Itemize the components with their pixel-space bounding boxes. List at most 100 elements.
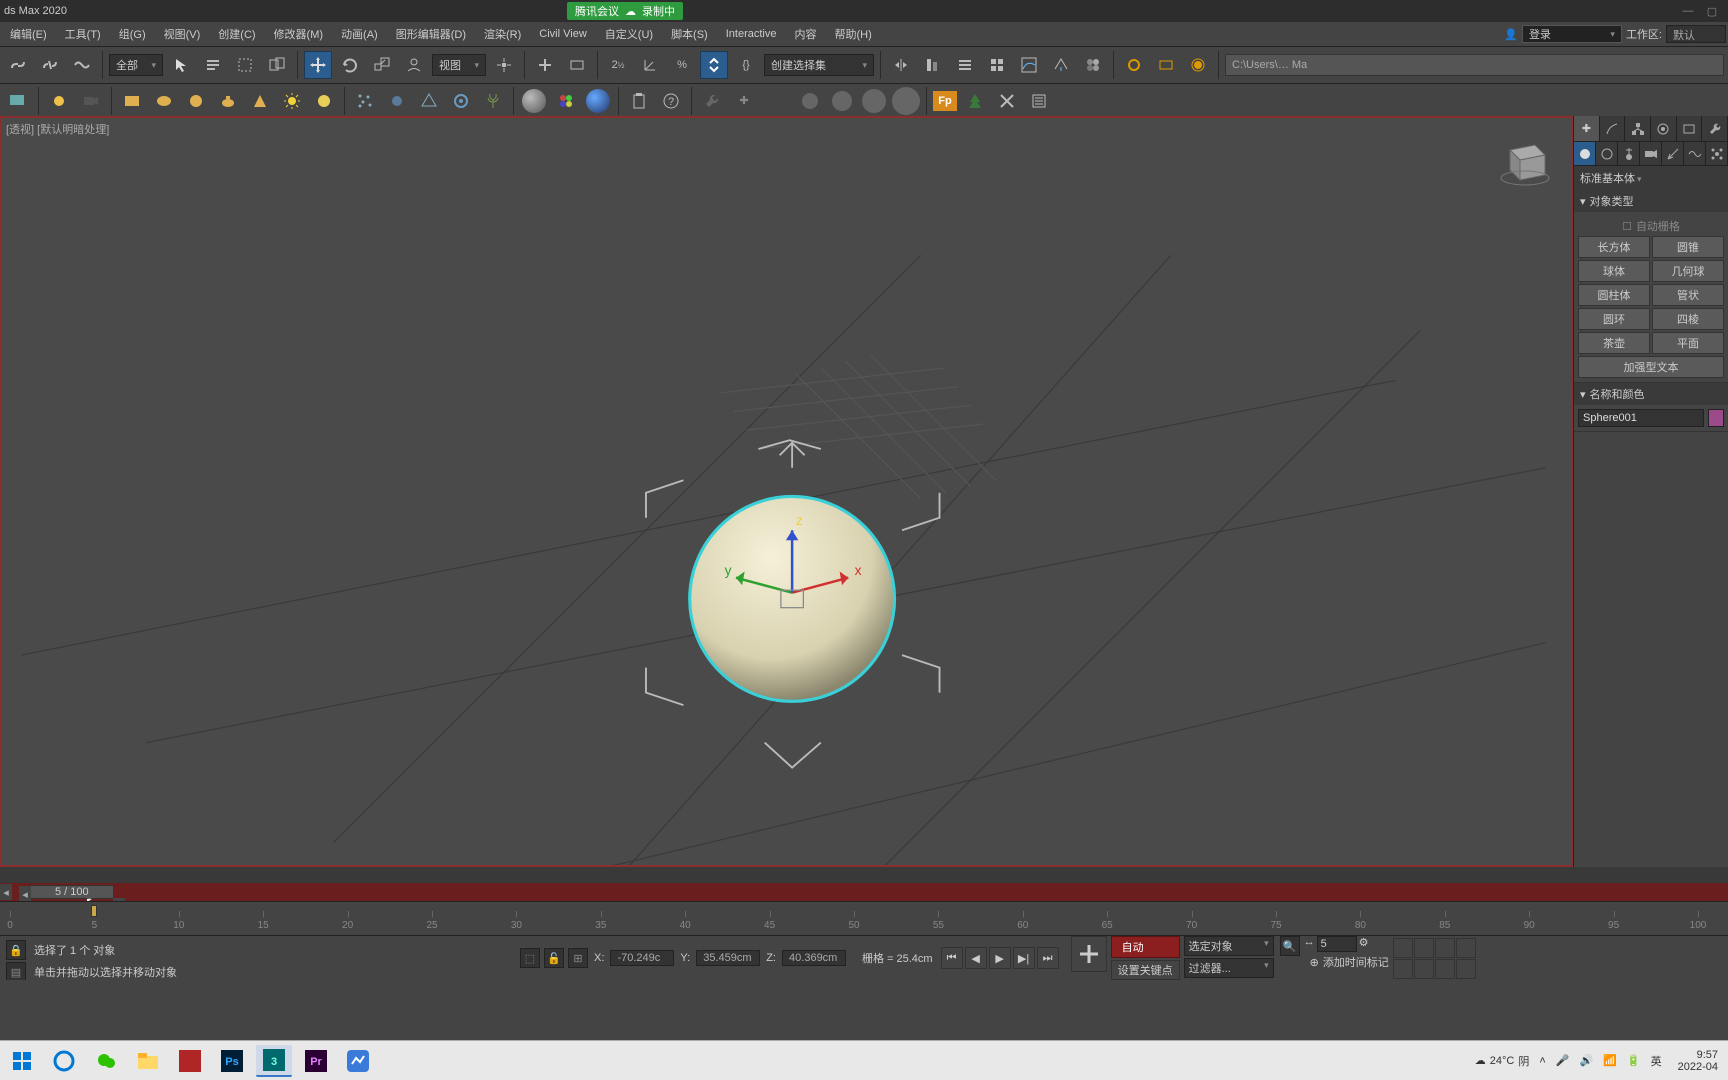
explorer-icon[interactable] xyxy=(130,1045,166,1077)
goto-end-button[interactable]: ⏭ xyxy=(1037,947,1059,969)
unlink-button[interactable] xyxy=(36,51,64,79)
use-pivot-center-button[interactable] xyxy=(490,51,518,79)
time-slider-prev[interactable]: ◂ xyxy=(0,884,12,900)
key-selected-dropdown[interactable]: 选定对象 xyxy=(1184,936,1274,956)
tool-wrench-icon[interactable] xyxy=(698,87,726,115)
box-button[interactable]: 长方体 xyxy=(1578,236,1650,258)
render-frame-button[interactable] xyxy=(1152,51,1180,79)
fov-button[interactable] xyxy=(1456,938,1476,958)
shapes-subtab[interactable] xyxy=(1596,142,1618,165)
select-place-button[interactable] xyxy=(400,51,428,79)
max-toggle-button[interactable] xyxy=(1435,959,1455,979)
app-blue-icon[interactable] xyxy=(340,1045,376,1077)
render-button[interactable] xyxy=(1184,51,1212,79)
menu-scripting[interactable]: 脚本(S) xyxy=(663,23,716,45)
object-name-input[interactable] xyxy=(1578,409,1704,427)
selection-lock-button[interactable]: 🔒 xyxy=(6,940,26,960)
percent-snap-button[interactable]: % xyxy=(668,51,696,79)
name-color-rollout-header[interactable]: ▾ 名称和颜色 xyxy=(1574,383,1728,405)
search-button[interactable]: 🔍 xyxy=(1280,936,1300,956)
light-spot-icon[interactable] xyxy=(310,87,338,115)
menu-group[interactable]: 组(G) xyxy=(111,23,154,45)
sphere-button[interactable]: 球体 xyxy=(1578,260,1650,282)
fp-button[interactable]: Fp xyxy=(933,91,957,111)
y-coord-input[interactable] xyxy=(696,950,760,966)
app-red-icon[interactable] xyxy=(172,1045,208,1077)
current-frame-input[interactable] xyxy=(1317,936,1357,952)
hierarchy-tab[interactable] xyxy=(1625,116,1651,141)
transform-type-in-button[interactable]: ⊞ xyxy=(568,948,588,968)
help-icon[interactable]: ? xyxy=(657,87,685,115)
object-color-swatch[interactable] xyxy=(1708,409,1724,427)
select-object-button[interactable] xyxy=(167,51,195,79)
tray-ime-icon[interactable]: 英 xyxy=(1651,1053,1662,1069)
menu-tools[interactable]: 工具(T) xyxy=(57,23,109,45)
cone-button[interactable]: 圆锥 xyxy=(1652,236,1724,258)
time-slider[interactable]: ◂ ◂ 5 / 100 ▸ ↖ xyxy=(0,883,1728,901)
tencent-meeting-pill[interactable]: 腾讯会议 ☁ 录制中 xyxy=(567,2,683,20)
material-sphere-icon[interactable] xyxy=(520,87,548,115)
schematic-view-button[interactable] xyxy=(1047,51,1075,79)
plane-button[interactable]: 平面 xyxy=(1652,332,1724,354)
zoom-all-button[interactable] xyxy=(1414,938,1434,958)
link-button[interactable] xyxy=(4,51,32,79)
prim-sphere-icon[interactable] xyxy=(150,87,178,115)
prim-geosphere-icon[interactable] xyxy=(182,87,210,115)
cylinder-button[interactable]: 圆柱体 xyxy=(1578,284,1650,306)
set-key-big-button[interactable] xyxy=(1071,936,1107,972)
key-filters-dropdown[interactable]: 过滤器... xyxy=(1184,958,1274,978)
frame-prev-arrow[interactable]: ◂ xyxy=(19,886,31,902)
create-tab[interactable]: ✚ xyxy=(1574,116,1600,141)
gray-sphere-1[interactable] xyxy=(796,87,824,115)
key-marker[interactable] xyxy=(91,905,97,917)
premiere-icon[interactable]: Pr xyxy=(298,1045,334,1077)
menu-content[interactable]: 内容 xyxy=(786,23,824,45)
material-checker-icon[interactable] xyxy=(584,87,612,115)
isolate-button[interactable]: ⬚ xyxy=(520,948,540,968)
viewport-label[interactable]: [透视] [默认明暗处理] xyxy=(6,121,109,137)
select-scale-button[interactable] xyxy=(368,51,396,79)
category-dropdown[interactable]: 标准基本体 xyxy=(1574,166,1728,190)
minimize-button[interactable]: — xyxy=(1676,5,1700,17)
tray-mic-icon[interactable]: 🎤 xyxy=(1556,1054,1570,1067)
tray-wifi-icon[interactable]: 📶 xyxy=(1603,1054,1617,1067)
spacewarp-icon[interactable] xyxy=(447,87,475,115)
torus-button[interactable]: 圆环 xyxy=(1578,308,1650,330)
menu-grapheditors[interactable]: 图形编辑器(D) xyxy=(388,23,474,45)
spinner-snap-button[interactable] xyxy=(700,51,728,79)
light-sun-icon[interactable] xyxy=(278,87,306,115)
geosphere-button[interactable]: 几何球 xyxy=(1652,260,1724,282)
utilities-tab[interactable] xyxy=(1702,116,1728,141)
menu-views[interactable]: 视图(V) xyxy=(156,23,209,45)
camera-icon[interactable] xyxy=(77,87,105,115)
snap-2d-button[interactable]: 2½ xyxy=(604,51,632,79)
gray-sphere-2[interactable] xyxy=(828,87,856,115)
prim-teapot-icon[interactable] xyxy=(214,87,242,115)
wechat-icon[interactable] xyxy=(88,1045,124,1077)
select-region-rect-button[interactable] xyxy=(231,51,259,79)
cameras-subtab[interactable] xyxy=(1640,142,1662,165)
gray-sphere-3[interactable] xyxy=(860,87,888,115)
clipboard-icon[interactable] xyxy=(625,87,653,115)
auto-key-button[interactable]: 自动 xyxy=(1111,936,1180,958)
ref-coord-system[interactable]: 视图 xyxy=(432,54,486,76)
helpers-subtab[interactable] xyxy=(1662,142,1684,165)
render-preset-button[interactable] xyxy=(4,87,32,115)
x-coord-input[interactable] xyxy=(610,950,674,966)
material-multi-icon[interactable] xyxy=(552,87,580,115)
3dsmax-icon[interactable]: 3 xyxy=(256,1045,292,1077)
menu-help[interactable]: 帮助(H) xyxy=(826,23,879,45)
pyramid-button[interactable]: 四棱 xyxy=(1652,308,1724,330)
particles-icon[interactable] xyxy=(351,87,379,115)
prev-frame-button[interactable]: ◀ xyxy=(965,947,987,969)
tree-icon[interactable] xyxy=(961,87,989,115)
start-button[interactable] xyxy=(4,1045,40,1077)
layer-explorer-button[interactable] xyxy=(951,51,979,79)
zoom-extents-button[interactable] xyxy=(1435,938,1455,958)
tool-plus-icon[interactable]: ✚ xyxy=(730,87,758,115)
maximize-button[interactable]: ▢ xyxy=(1700,5,1724,18)
prim-box-icon[interactable] xyxy=(118,87,146,115)
edge-icon[interactable] xyxy=(46,1045,82,1077)
workspace-dropdown[interactable]: 默认 xyxy=(1666,25,1726,43)
orbit-button[interactable] xyxy=(1414,959,1434,979)
